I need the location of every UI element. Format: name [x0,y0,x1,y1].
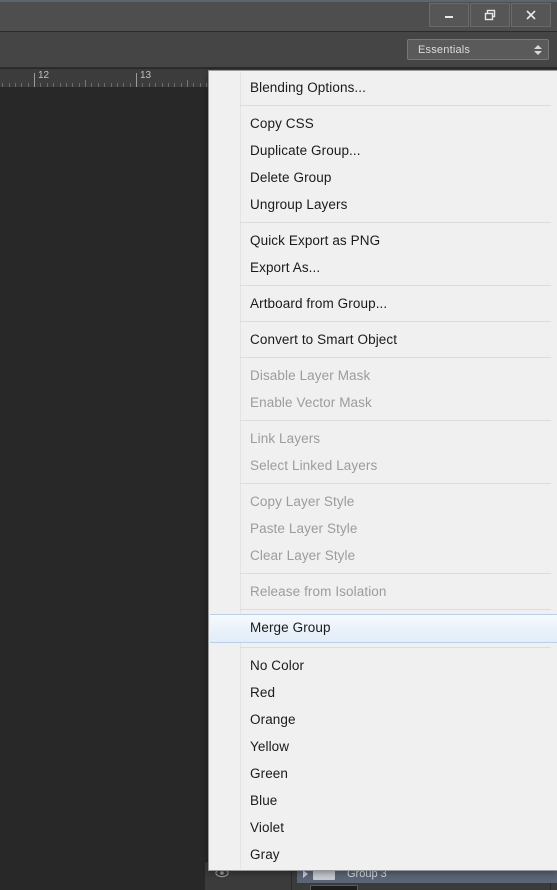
workspace-selector[interactable]: Essentials [407,39,549,60]
menu-item-red[interactable]: Red [209,679,557,706]
chevron-updown-icon [534,44,542,55]
menu-item-link-layers: Link Layers [250,431,321,446]
menu-item-copy-css[interactable]: Copy CSS [209,110,557,137]
title-bar [0,0,557,32]
menu-item-copy-layer-style: Copy Layer Style [250,494,355,509]
menu-item-release-from-isolation: Release from Isolation [250,584,387,599]
menu-item-gray[interactable]: Gray [209,841,557,868]
menu-item-green[interactable]: Green [209,760,557,787]
close-icon [526,10,536,20]
ruler-tick [136,73,137,87]
menu-item-ungroup-layers[interactable]: Ungroup Layers [209,191,557,218]
options-bar: Essentials [0,32,557,68]
menu-separator [240,357,551,358]
menu-item-export-as[interactable]: Export As... [209,254,557,281]
menu-separator [240,573,551,574]
layer-context-menu[interactable]: Blending Options... Copy CSS Duplicate Gro… [208,70,557,871]
menu-item-clear-layer-style: Clear Layer Style [250,548,356,563]
minimize-button[interactable] [429,3,469,27]
window-controls [429,3,551,27]
menu-item-enable-vector-mask: Enable Vector Mask [250,395,372,410]
menu-item-merge-group[interactable]: Merge Group [210,614,557,643]
menu-item-no-color[interactable]: No Color [209,652,557,679]
workspace-label: Essentials [418,43,471,56]
ruler-tick [85,80,86,87]
menu-item-yellow[interactable]: Yellow [209,733,557,760]
menu-item-paste-layer-style: Paste Layer Style [250,521,358,536]
menu-item-duplicate-group[interactable]: Duplicate Group... [209,137,557,164]
ruler-tick [187,80,188,87]
layer-thumbnail[interactable] [310,885,358,890]
menu-item-orange[interactable]: Orange [209,706,557,733]
menu-separator [240,420,551,421]
restore-button[interactable] [470,3,510,27]
close-button[interactable] [511,3,551,27]
restore-icon [484,9,496,21]
menu-separator [240,222,551,223]
menu-item-disable-layer-mask: Disable Layer Mask [250,368,371,383]
menu-item-blue[interactable]: Blue [209,787,557,814]
menu-separator [240,285,551,286]
menu-separator [240,647,551,648]
minimize-icon [445,16,453,18]
ruler-label: 13 [140,70,152,81]
menu-item-quick-export-as-png[interactable]: Quick Export as PNG [209,227,557,254]
menu-separator [240,483,551,484]
photoshop-application-window: Essentials 12 13 Group 3 Blending Options [0,0,557,890]
menu-item-blending-options[interactable]: Blending Options... [209,74,557,101]
menu-item-violet[interactable]: Violet [209,814,557,841]
menu-item-convert-to-smart-object[interactable]: Convert to Smart Object [209,326,557,353]
ruler-label: 12 [38,70,50,81]
menu-item-select-linked-layers: Select Linked Layers [250,458,378,473]
menu-separator [240,321,551,322]
menu-separator [240,609,551,610]
menu-item-list: Blending Options... Copy CSS Duplicate Gro… [209,71,557,868]
ruler-tick [34,73,35,87]
menu-item-delete-group[interactable]: Delete Group [209,164,557,191]
menu-item-artboard-from-group[interactable]: Artboard from Group... [209,290,557,317]
menu-separator [240,105,551,106]
